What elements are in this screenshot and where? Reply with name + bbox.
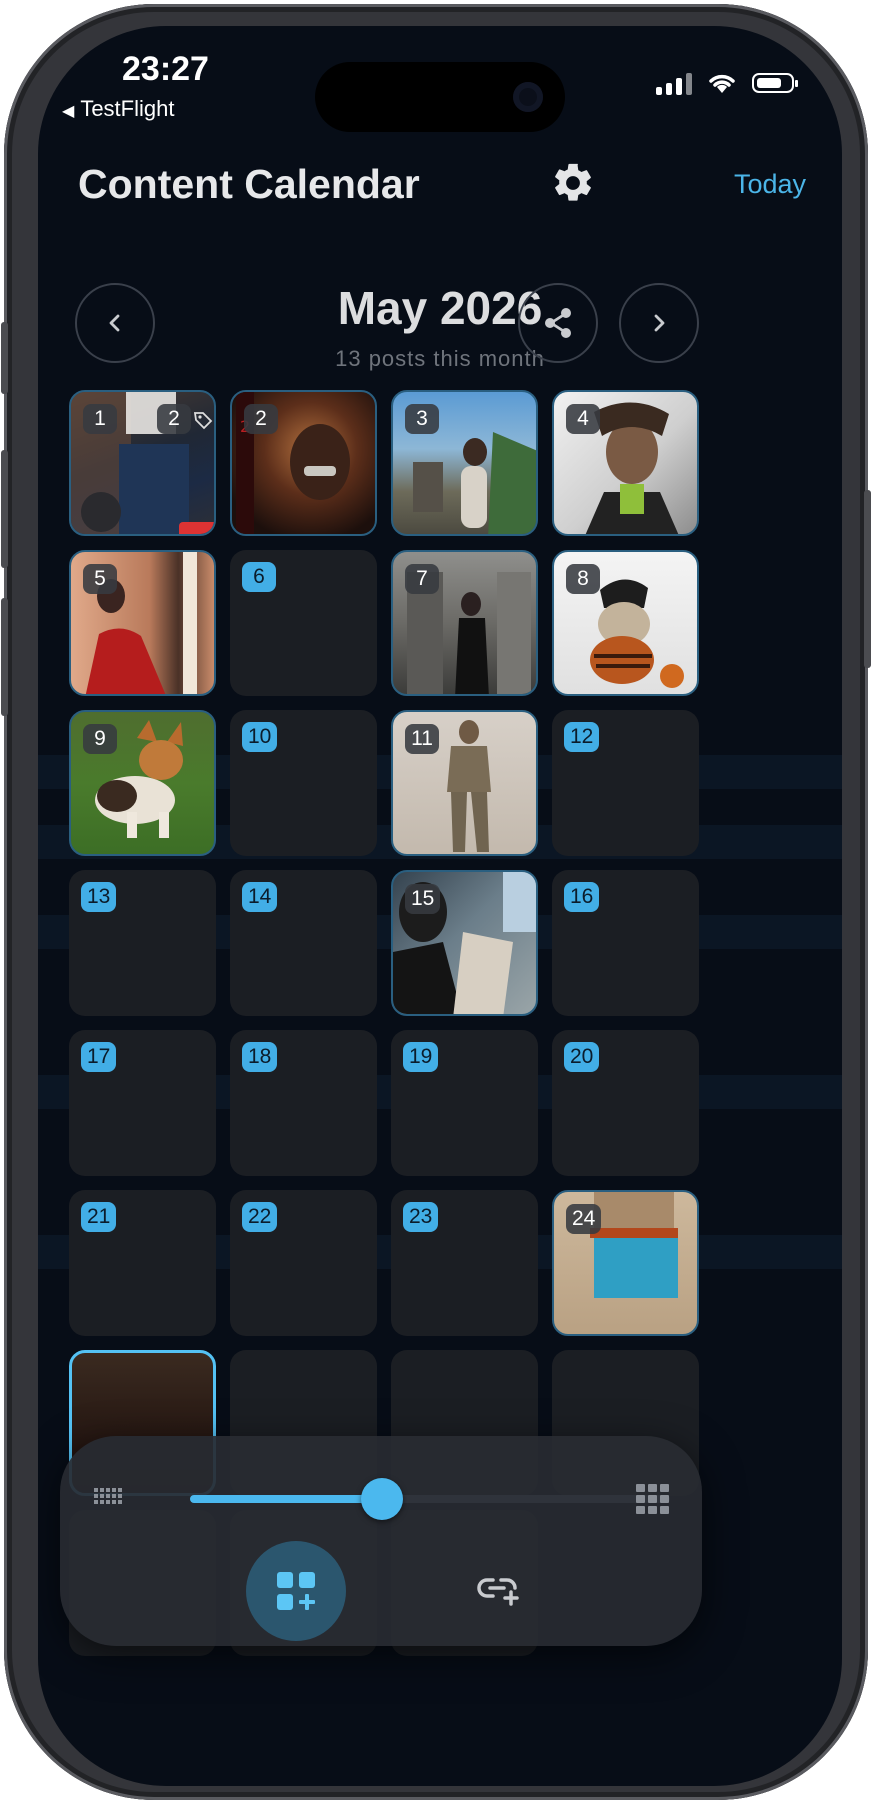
- day-number-badge: 16: [564, 882, 600, 912]
- add-post-button[interactable]: [246, 1541, 346, 1641]
- day-number-badge: 22: [242, 1202, 278, 1232]
- day-number-badge: 5: [83, 564, 117, 594]
- status-time: 23:27: [122, 50, 209, 88]
- today-button[interactable]: Today: [734, 169, 806, 200]
- day-cell-3[interactable]: 3: [391, 390, 538, 536]
- month-title: May 2026: [337, 282, 543, 334]
- day-cell-16[interactable]: 16: [552, 870, 699, 1016]
- day-cell-21[interactable]: 21: [69, 1190, 216, 1336]
- day-cell-24[interactable]: 24: [552, 1190, 699, 1336]
- tag-icon: [193, 412, 213, 430]
- day-number-badge: 12: [564, 722, 600, 752]
- add-link-icon[interactable]: [477, 1574, 523, 1606]
- day-cell-17[interactable]: 17: [69, 1030, 216, 1176]
- volume-down-button: [1, 598, 8, 716]
- day-cell-4[interactable]: 4: [552, 390, 699, 536]
- back-to-app-link[interactable]: ◀ TestFlight: [62, 96, 174, 122]
- post-count-badge: 2: [157, 404, 191, 434]
- camera-icon: [513, 82, 543, 112]
- day-number-badge: 7: [405, 564, 439, 594]
- phone-frame: 23:27 ◀ TestFlight Content Calendar Today…: [1, 4, 871, 1800]
- page-title: Content Calendar: [78, 161, 420, 207]
- day-number-badge: 15: [405, 884, 441, 914]
- small-grid-icon[interactable]: [94, 1488, 122, 1510]
- day-cell-14[interactable]: 14: [230, 870, 377, 1016]
- battery-icon: [752, 73, 798, 93]
- share-icon: [545, 308, 571, 338]
- day-number-badge: 11: [405, 724, 439, 754]
- day-cell-9[interactable]: 9: [69, 710, 216, 856]
- day-number-badge: 23: [403, 1202, 439, 1232]
- action-button: [1, 322, 8, 394]
- day-number-badge: 4: [566, 404, 600, 434]
- day-cell-2[interactable]: 2 2: [230, 390, 377, 536]
- day-cell-19[interactable]: 19: [391, 1030, 538, 1176]
- day-number-badge: 3: [405, 404, 439, 434]
- day-cell-20[interactable]: 20: [552, 1030, 699, 1176]
- power-button: [864, 490, 871, 668]
- day-cell-6[interactable]: 6: [230, 550, 377, 696]
- day-number-badge: 2: [244, 404, 278, 434]
- chevron-right-icon: [654, 314, 665, 332]
- back-app-label: TestFlight: [80, 96, 175, 121]
- day-number-badge: 21: [81, 1202, 117, 1232]
- day-number-badge: 24: [566, 1204, 602, 1234]
- slider-fill: [190, 1495, 382, 1503]
- day-number-badge: 9: [83, 724, 117, 754]
- back-arrow-icon: ◀: [62, 103, 75, 120]
- bottom-toolbar: [60, 1436, 702, 1646]
- day-cell-15[interactable]: 15: [391, 870, 538, 1016]
- wifi-icon: [709, 74, 735, 93]
- screen: 23:27 ◀ TestFlight Content Calendar Today…: [38, 26, 842, 1786]
- large-grid-icon[interactable]: [636, 1484, 670, 1514]
- gear-icon[interactable]: [550, 160, 596, 206]
- day-number-badge: 18: [242, 1042, 278, 1072]
- day-cell-1[interactable]: 1 2: [69, 390, 216, 536]
- day-cell-8[interactable]: 8: [552, 550, 699, 696]
- posts-count: 13 posts this month: [335, 346, 545, 371]
- day-number-badge: 8: [566, 564, 600, 594]
- day-cell-22[interactable]: 22: [230, 1190, 377, 1336]
- day-number-badge: 6: [242, 562, 276, 592]
- day-number-badge: 17: [81, 1042, 117, 1072]
- day-cell-12[interactable]: 12: [552, 710, 699, 856]
- day-number-badge: 20: [564, 1042, 600, 1072]
- cellular-signal-icon: [656, 71, 692, 95]
- share-button[interactable]: [518, 283, 598, 363]
- day-cell-18[interactable]: 18: [230, 1030, 377, 1176]
- status-icons: [656, 68, 798, 98]
- day-number-badge: 10: [242, 722, 278, 752]
- day-cell-5[interactable]: 5: [69, 550, 216, 696]
- day-cell-10[interactable]: 10: [230, 710, 377, 856]
- day-cell-23[interactable]: 23: [391, 1190, 538, 1336]
- volume-up-button: [1, 450, 8, 568]
- grid-size-slider[interactable]: [190, 1495, 670, 1503]
- add-post-icon: [277, 1572, 315, 1610]
- slider-thumb[interactable]: [361, 1478, 403, 1520]
- day-number-badge: 14: [242, 882, 278, 912]
- day-number-badge: 1: [83, 404, 117, 434]
- day-number-badge: 19: [403, 1042, 439, 1072]
- day-cell-11[interactable]: 11: [391, 710, 538, 856]
- day-cell-7[interactable]: 7: [391, 550, 538, 696]
- day-cell-13[interactable]: 13: [69, 870, 216, 1016]
- next-month-button[interactable]: [619, 283, 699, 363]
- dynamic-island: [315, 62, 565, 132]
- day-number-badge: 13: [81, 882, 117, 912]
